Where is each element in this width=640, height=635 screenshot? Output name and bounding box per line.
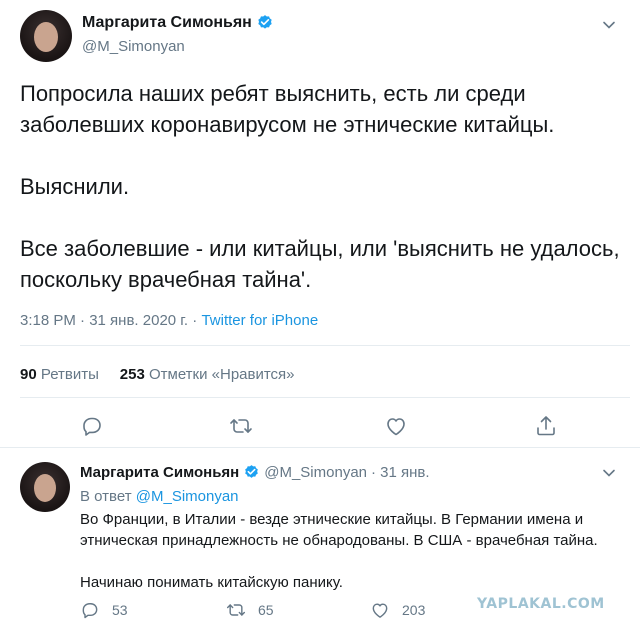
in-reply-to: В ответ @M_Simonyan [80,488,239,505]
tweet-stats: 90 Ретвиты 253 Отметки «Нравится» [20,366,295,383]
likes-count: 253 [119,366,145,383]
reply-button[interactable]: 53 [80,600,128,620]
timestamp[interactable]: 3:18 PM · 31 янв. 2020 г. · [20,312,201,329]
in-reply-prefix: В ответ [80,488,136,505]
divider [20,345,630,346]
handle[interactable]: @M_Simonyan [264,464,367,481]
share-icon[interactable] [534,414,558,438]
verified-badge-icon [258,15,272,29]
reply-icon[interactable] [80,414,104,438]
like-icon [372,603,388,618]
retweet-count: 65 [258,602,274,618]
like-button[interactable]: 203 [370,600,425,620]
retweet-icon[interactable] [229,414,253,438]
verified-badge-icon [245,465,259,478]
retweet-button[interactable]: 65 [226,600,274,620]
like-icon[interactable] [384,414,408,438]
divider [20,397,630,398]
retweets-label: Ретвиты [40,366,99,383]
timestamp[interactable]: · 31 янв. [371,464,430,481]
retweets-stat[interactable]: 90 Ретвиты [20,366,99,383]
tweet-text: Попросила наших ребят выяснить, есть ли … [20,81,620,292]
source-link[interactable]: Twitter for iPhone [201,312,318,329]
chevron-down-icon[interactable] [602,466,616,480]
author-row: Маргарита Симоньян @M_Simonyan · 31 янв. [80,464,430,481]
avatar[interactable] [20,462,70,512]
likes-label: Отметки «Нравится» [148,366,295,383]
in-reply-handle-link[interactable]: @M_Simonyan [136,488,239,505]
likes-stat[interactable]: 253 Отметки «Нравится» [120,366,295,383]
author-row: Маргарита Симоньян [82,14,274,32]
avatar[interactable] [20,10,72,62]
retweets-count: 90 [20,366,37,383]
main-tweet: Маргарита Симоньян @M_Simonyan Попросила… [0,0,640,448]
display-name[interactable]: Маргарита Симоньян [80,464,239,481]
tweet-text: Во Франции, в Италии - везде этнические … [80,511,598,591]
watermark: YAPLAKAL.COM [477,596,605,612]
reply-count: 53 [112,602,128,618]
retweet-icon [226,604,246,616]
display-name[interactable]: Маргарита Симоньян [82,14,252,32]
like-count: 203 [402,602,426,618]
reply-icon [82,603,98,619]
tweet-meta: 3:18 PM · 31 янв. 2020 г. · Twitter for … [20,312,318,329]
chevron-down-icon[interactable] [602,18,616,32]
handle[interactable]: @M_Simonyan [82,38,185,55]
